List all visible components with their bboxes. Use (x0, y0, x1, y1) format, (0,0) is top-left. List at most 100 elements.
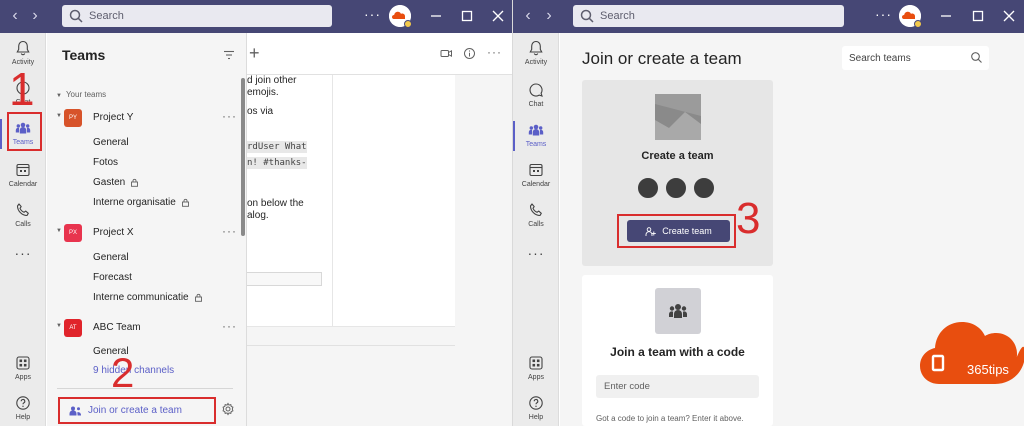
rail-label: Calls (528, 221, 544, 228)
rail-more-icon[interactable]: ··· (513, 245, 559, 261)
page-title: Join or create a team (582, 49, 742, 68)
maximize-icon[interactable] (459, 8, 475, 24)
search-teams-input[interactable]: Search teams (842, 46, 989, 70)
channel-name: Gasten (93, 177, 126, 188)
team-row-project-y[interactable]: ▼ PY Project Y ··· (47, 107, 242, 129)
rail-calls[interactable]: Calls (513, 195, 559, 239)
channel-item[interactable]: General (93, 137, 129, 148)
search-icon (971, 52, 982, 63)
message-text: on below the (247, 198, 304, 209)
search-placeholder: Search (600, 10, 635, 22)
status-indicator (914, 20, 922, 28)
expand-caret-icon: ▼ (56, 113, 62, 119)
channel-item[interactable]: Forecast (93, 272, 132, 283)
channel-item[interactable]: Interne communicatie (93, 292, 203, 303)
divider (57, 388, 233, 389)
rail-calendar[interactable]: Calendar (0, 155, 46, 199)
back-arrow-icon[interactable]: ‹ (521, 7, 535, 25)
create-team-button[interactable]: Create team (627, 220, 730, 242)
teams-icon (669, 304, 687, 318)
team-code-input[interactable] (596, 375, 759, 398)
search-placeholder: Search (89, 10, 124, 22)
annotation-step-2: 2 (111, 349, 135, 396)
welcome-message-card: d join other emojis. os via rdUser What … (247, 75, 333, 327)
filter-icon[interactable] (222, 48, 236, 62)
embedded-input-box[interactable] (247, 272, 322, 286)
team-row-project-x[interactable]: ▼ PX Project X ··· (47, 222, 242, 244)
title-bar: ‹ › Search ··· (0, 0, 512, 33)
phone-icon (16, 203, 29, 217)
close-icon[interactable] (490, 8, 506, 24)
gear-icon[interactable] (221, 402, 235, 416)
minimize-icon[interactable] (428, 8, 444, 24)
channel-item[interactable]: General (93, 252, 129, 263)
rail-more-icon[interactable]: ··· (0, 245, 46, 261)
annotation-step-1: 1 (9, 63, 35, 115)
code-snippet: n! #thanks- (247, 157, 307, 169)
team-name: Project Y (93, 112, 134, 123)
close-icon[interactable] (1001, 8, 1017, 24)
header-more-icon[interactable]: ··· (487, 45, 502, 59)
help-icon (529, 396, 543, 410)
add-tab-icon[interactable]: + (249, 43, 260, 64)
rail-activity[interactable]: Activity (513, 33, 559, 77)
section-label: Your teams (65, 90, 107, 99)
channel-item[interactable]: Interne organisatie (93, 197, 190, 208)
rail-help[interactable]: Help (0, 388, 46, 426)
your-teams-section-header[interactable]: ▼ Your teams (56, 90, 106, 99)
create-team-title: Create a team (641, 150, 714, 162)
collapse-triangle-icon: ▼ (56, 93, 62, 99)
more-options-icon[interactable]: ··· (875, 6, 892, 22)
profile-avatar[interactable] (899, 5, 922, 28)
channel-item[interactable]: Gasten (93, 177, 139, 188)
team-more-options-icon[interactable]: ··· (222, 109, 237, 123)
global-search-box[interactable]: Search (573, 5, 844, 27)
team-avatar: AT (64, 319, 82, 337)
add-team-icon (645, 226, 657, 236)
team-name: ABC Team (93, 322, 141, 333)
member-avatar (636, 176, 660, 200)
rail-label: Activity (524, 59, 548, 66)
forward-arrow-icon[interactable]: › (542, 7, 556, 25)
panel-scrollbar[interactable] (241, 78, 245, 236)
channel-name: General (93, 252, 129, 263)
rail-teams[interactable]: Teams (513, 115, 559, 159)
rail-chat[interactable]: Chat (513, 75, 559, 119)
rail-label: Teams (525, 141, 547, 148)
message-text: alog. (247, 210, 269, 221)
rail-help[interactable]: Help (513, 388, 559, 426)
brand-logo-text: 365tips (967, 362, 1009, 377)
global-search-box[interactable]: Search (62, 5, 332, 27)
status-indicator (404, 20, 412, 28)
rail-apps[interactable]: Apps (0, 348, 46, 392)
team-more-options-icon[interactable]: ··· (222, 319, 237, 333)
profile-avatar[interactable] (389, 5, 412, 28)
team-avatar: PY (64, 109, 82, 127)
rail-calendar[interactable]: Calendar (513, 155, 559, 199)
message-text: os via (247, 106, 274, 117)
rail-calls[interactable]: Calls (0, 195, 46, 239)
private-channel-icon (131, 178, 139, 187)
rail-apps[interactable]: Apps (513, 348, 559, 392)
info-icon[interactable] (463, 47, 476, 60)
join-code-help-text: Got a code to join a team? Enter it abov… (596, 414, 744, 423)
team-more-options-icon[interactable]: ··· (222, 224, 237, 238)
private-channel-icon (181, 198, 189, 207)
forward-arrow-icon[interactable]: › (28, 7, 42, 25)
apps-icon (16, 356, 30, 370)
join-with-code-card: Join a team with a code Got a code to jo… (582, 275, 773, 426)
join-or-create-team-link[interactable]: Join or create a team (58, 397, 216, 424)
back-arrow-icon[interactable]: ‹ (8, 7, 22, 25)
team-row-abc-team[interactable]: ▼ AT ABC Team ··· (47, 317, 242, 339)
teams-window-left: ‹ › Search ··· Activity Chat Teams Calen… (0, 0, 512, 426)
more-options-icon[interactable]: ··· (364, 6, 381, 22)
expand-caret-icon: ▼ (56, 323, 62, 329)
rail-label: Calendar (521, 181, 551, 188)
minimize-icon[interactable] (938, 8, 954, 24)
video-icon[interactable] (440, 47, 453, 60)
channel-item[interactable]: Fotos (93, 157, 118, 168)
expand-caret-icon: ▼ (56, 228, 62, 234)
maximize-icon[interactable] (970, 8, 986, 24)
channel-name: Forecast (93, 272, 132, 283)
code-snippet: rdUser What (247, 141, 307, 153)
